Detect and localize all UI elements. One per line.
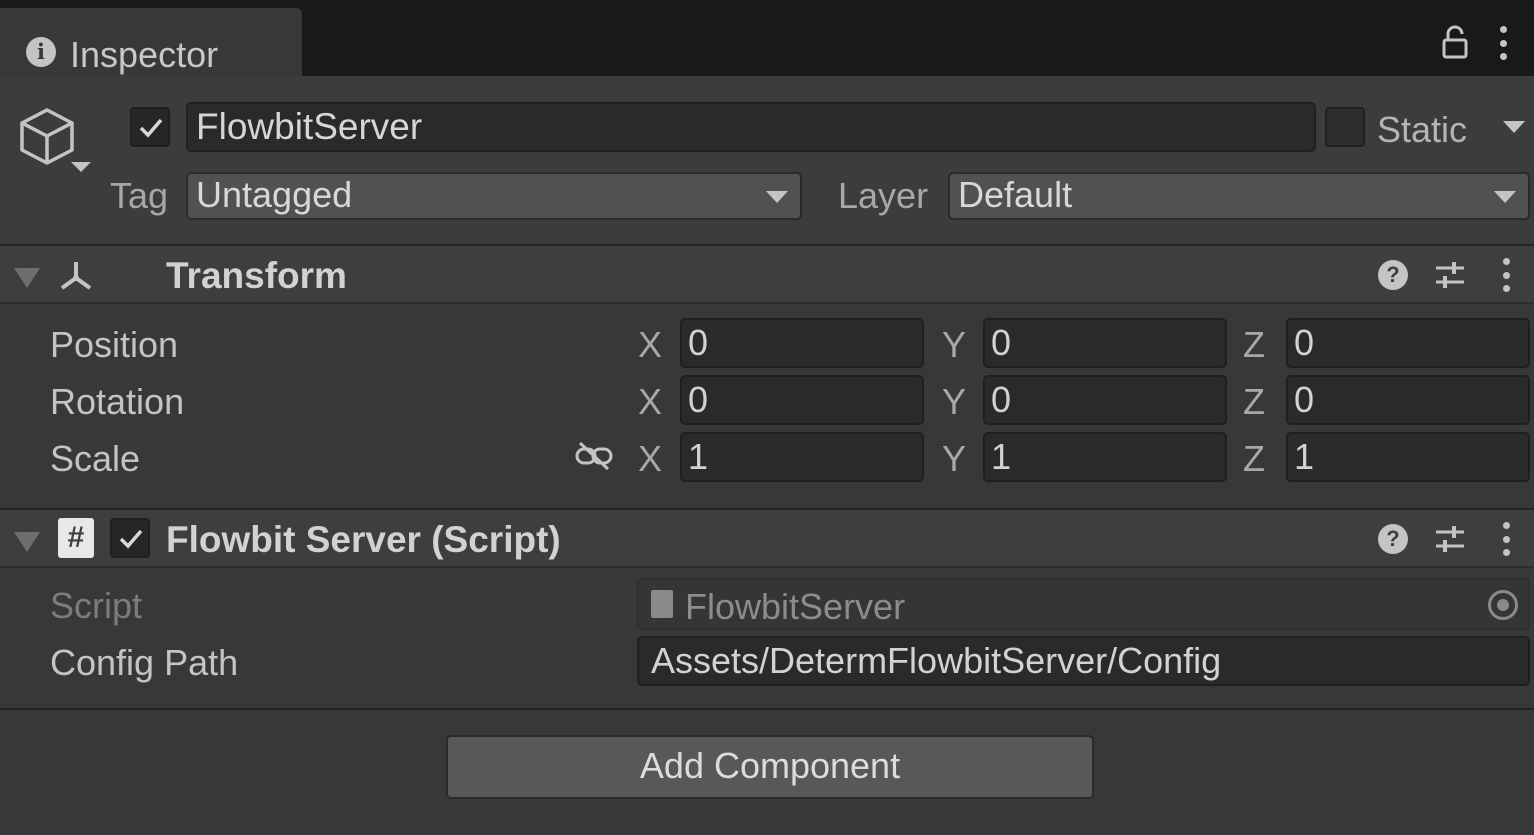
tab-inspector-label: Inspector (70, 34, 219, 75)
tag-dropdown[interactable]: Untagged (186, 172, 802, 220)
transform-header[interactable]: Transform ? (0, 244, 1534, 304)
panel-menu-icon[interactable] (1498, 26, 1508, 60)
scale-x-input[interactable]: 1 (680, 432, 924, 482)
position-x-label[interactable]: X (638, 324, 662, 366)
gameobject-cube-icon[interactable] (14, 104, 80, 170)
foldout-arrow-icon[interactable] (14, 268, 40, 288)
component-menu-icon[interactable] (1501, 258, 1511, 292)
script-hash-icon: # (58, 518, 94, 558)
add-component-button[interactable]: Add Component (446, 735, 1094, 799)
section-divider (0, 708, 1534, 710)
tab-bar: i Inspector (0, 0, 1534, 76)
script-component-header[interactable]: # Flowbit Server (Script) ? (0, 508, 1534, 568)
rotation-x-input[interactable]: 0 (680, 375, 924, 425)
help-icon[interactable]: ? (1378, 524, 1408, 554)
layer-dropdown[interactable]: Default (948, 172, 1530, 220)
tab-inspector[interactable]: i Inspector (0, 8, 302, 76)
chevron-down-icon (766, 191, 788, 203)
scale-z-input[interactable]: 1 (1286, 432, 1530, 482)
tag-value: Untagged (196, 174, 353, 215)
position-y-label[interactable]: Y (942, 324, 966, 366)
script-component-title: Flowbit Server (Script) (166, 519, 561, 560)
scale-y-label[interactable]: Y (942, 438, 966, 480)
layer-value: Default (958, 174, 1073, 215)
presets-icon[interactable] (1434, 524, 1466, 554)
rotation-label: Rotation (50, 381, 185, 422)
object-picker-icon[interactable] (1488, 590, 1518, 620)
script-label: Script (50, 585, 143, 626)
rotation-x-label[interactable]: X (638, 381, 662, 423)
script-file-icon (651, 590, 673, 618)
position-label: Position (50, 324, 179, 365)
component-enabled-checkbox[interactable] (110, 518, 150, 558)
component-menu-icon[interactable] (1501, 522, 1511, 556)
scale-z-label[interactable]: Z (1243, 438, 1265, 480)
info-icon: i (26, 37, 56, 67)
static-label: Static (1377, 109, 1468, 150)
config-path-label: Config Path (50, 642, 239, 683)
scale-label: Scale (50, 438, 141, 479)
layer-label: Layer (838, 175, 929, 216)
config-path-input[interactable]: Assets/DetermFlowbitServer/Config (637, 636, 1530, 686)
position-x-input[interactable]: 0 (680, 318, 924, 368)
script-object-field: FlowbitServer (637, 578, 1530, 630)
static-dropdown-arrow-icon[interactable] (1503, 121, 1525, 133)
rotation-z-label[interactable]: Z (1243, 381, 1265, 423)
lock-icon[interactable] (1440, 24, 1470, 60)
transform-icon (60, 262, 92, 290)
icon-dropdown-arrow-icon[interactable] (71, 162, 91, 172)
active-checkbox[interactable] (130, 107, 170, 147)
scale-x-label[interactable]: X (638, 438, 662, 480)
static-checkbox[interactable] (1325, 107, 1365, 147)
rotation-z-input[interactable]: 0 (1286, 375, 1530, 425)
help-icon[interactable]: ? (1378, 260, 1408, 290)
script-field-value: FlowbitServer (685, 586, 906, 627)
presets-icon[interactable] (1434, 260, 1466, 290)
constrain-proportions-icon[interactable] (574, 440, 614, 472)
foldout-arrow-icon[interactable] (14, 532, 40, 552)
chevron-down-icon (1494, 191, 1516, 203)
position-y-input[interactable]: 0 (983, 318, 1227, 368)
transform-title: Transform (166, 255, 347, 296)
gameobject-name-input[interactable]: FlowbitServer (186, 102, 1316, 152)
position-z-input[interactable]: 0 (1286, 318, 1530, 368)
rotation-y-input[interactable]: 0 (983, 375, 1227, 425)
scale-y-input[interactable]: 1 (983, 432, 1227, 482)
tag-label: Tag (110, 175, 169, 216)
rotation-y-label[interactable]: Y (942, 381, 966, 423)
position-z-label[interactable]: Z (1243, 324, 1265, 366)
